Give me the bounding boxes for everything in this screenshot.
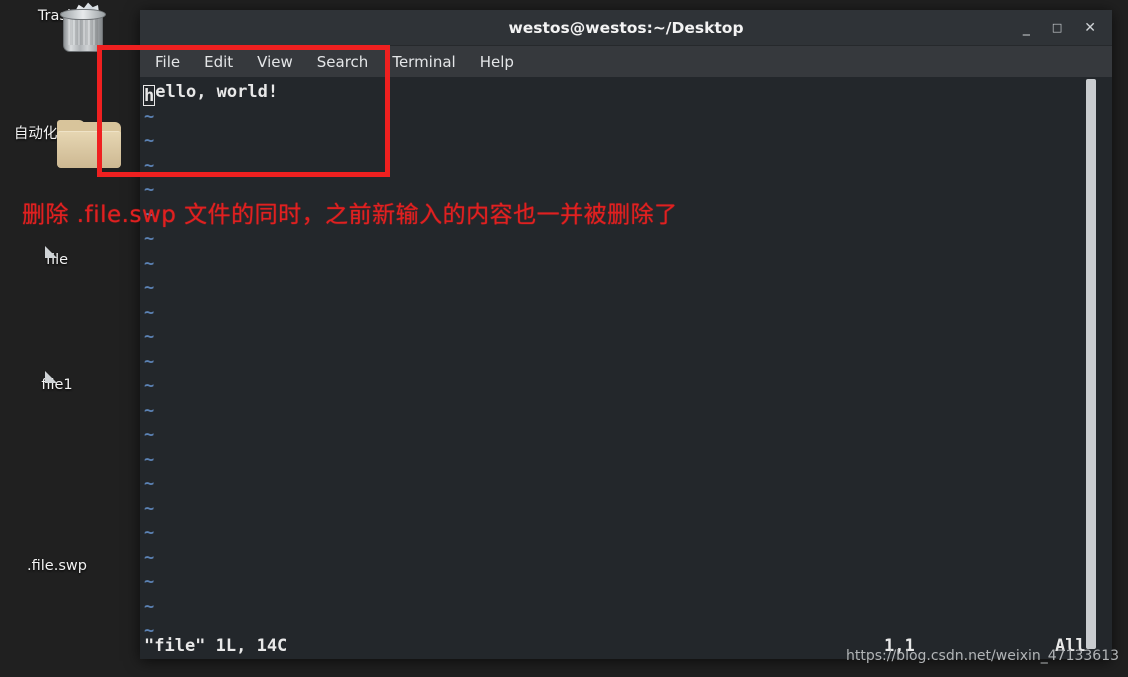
menu-item-terminal[interactable]: Terminal — [389, 51, 458, 73]
vim-empty-line: ~ — [144, 376, 155, 396]
menubar: File Edit View Search Terminal Help — [140, 46, 1112, 77]
scrollbar-track[interactable] — [1086, 77, 1104, 659]
desktop-icon-label: .file.swp — [27, 558, 87, 574]
vim-empty-line: ~ — [144, 474, 155, 494]
vim-empty-line: ~ — [144, 425, 155, 445]
vim-empty-line: ~ — [144, 572, 155, 592]
annotation-text: 删除 .file.swp 文件的同时，之前新输入的内容也一并被删除了 — [22, 202, 678, 228]
close-icon[interactable]: ✕ — [1084, 21, 1096, 35]
vim-empty-line: ~ — [144, 302, 155, 323]
vim-line-1: hello, world! — [143, 80, 1088, 106]
text-cursor: h — [143, 85, 156, 106]
desktop-icon-file[interactable]: file — [2, 246, 112, 269]
vim-buffer: hello, world! ~ ~ ~ ~ ~ ~ ~ ~ ~ ~ ~ ~ ~ ~ ~ ~ ~ ~ ~ ~ ~ ~ — [143, 80, 1088, 641]
vim-empty-line: ~ — [144, 400, 155, 421]
vim-empty-lines: ~ ~ ~ ~ ~ ~ ~ ~ ~ ~ ~ ~ ~ ~ ~ ~ ~ ~ ~ ~ ~ ~ — [144, 105, 1088, 644]
vim-empty-line: ~ — [144, 547, 155, 568]
watermark: https://blog.csdn.net/weixin_47133613 — [846, 648, 1120, 664]
desktop-icon-automation-ops[interactable]: 自动化运维... — [2, 120, 121, 168]
vim-empty-line: ~ — [144, 229, 155, 249]
status-file-info: "file" 1L, 14C — [144, 636, 288, 656]
vim-empty-line: ~ — [144, 327, 155, 347]
desktop-icon-file1[interactable]: file1 — [2, 371, 112, 394]
menu-item-view[interactable]: View — [254, 51, 296, 73]
titlebar[interactable]: westos@westos:~/Desktop _ □ ✕ — [140, 10, 1112, 46]
vim-empty-line: ~ — [144, 155, 155, 176]
vim-empty-line: ~ — [144, 498, 155, 519]
vim-empty-line: ~ — [144, 253, 155, 274]
desktop-icon-trash[interactable]: Trash — [2, 2, 112, 52]
vim-empty-line: ~ — [144, 523, 155, 543]
menu-item-edit[interactable]: Edit — [201, 51, 236, 73]
menu-item-search[interactable]: Search — [314, 51, 372, 73]
scrollbar-thumb[interactable] — [1086, 79, 1096, 649]
vim-empty-line: ~ — [144, 449, 155, 470]
vim-empty-line: ~ — [144, 106, 155, 127]
vim-empty-line: ~ — [144, 596, 155, 617]
maximize-icon[interactable]: □ — [1052, 22, 1062, 33]
menu-item-file[interactable]: File — [152, 51, 183, 73]
window-controls: _ □ ✕ — [1023, 21, 1112, 35]
window-title: westos@westos:~/Desktop — [508, 18, 744, 37]
menu-item-help[interactable]: Help — [477, 51, 517, 73]
vim-empty-line: ~ — [144, 351, 155, 372]
terminal-window[interactable]: westos@westos:~/Desktop _ □ ✕ File Edit … — [140, 10, 1112, 659]
minimize-icon[interactable]: _ — [1023, 21, 1030, 35]
vim-empty-line: ~ — [144, 278, 155, 298]
vim-line-1-text: ello, world! — [155, 82, 279, 102]
vim-empty-line: ~ — [144, 131, 155, 151]
desktop-icon-file-swp[interactable]: .file.swp — [2, 558, 112, 575]
terminal-screen[interactable]: hello, world! ~ ~ ~ ~ ~ ~ ~ ~ ~ ~ ~ ~ ~ ~ ~ ~ ~ ~ ~ ~ ~ ~ "fi… — [140, 77, 1112, 659]
